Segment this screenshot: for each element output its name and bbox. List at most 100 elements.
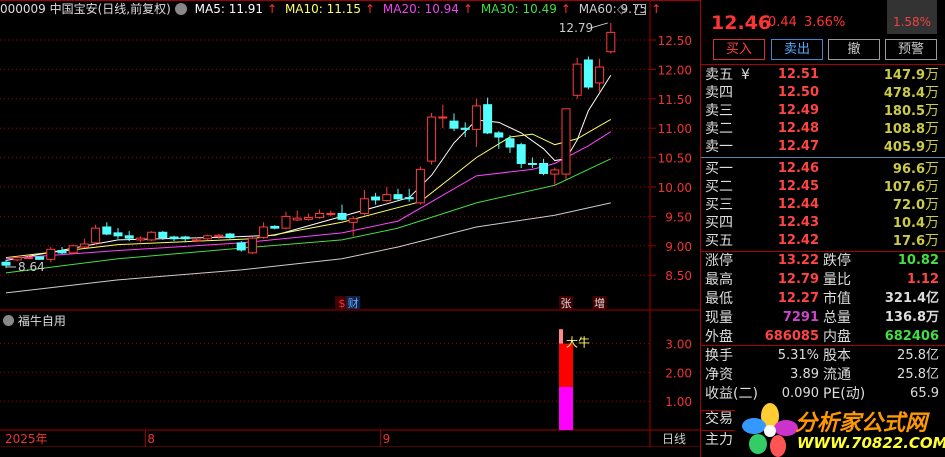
flower-logo-icon bbox=[742, 403, 798, 457]
candle-up bbox=[303, 217, 313, 220]
side-pct-badge: 1.58% bbox=[887, 0, 937, 34]
sell-row[interactable]: 卖四 12.50 478.4万 bbox=[705, 84, 939, 102]
watermark-title: 分析家公式网 bbox=[795, 411, 928, 436]
last-price: 12.46 bbox=[711, 12, 772, 34]
sell-label: 卖一 bbox=[705, 139, 733, 155]
candle-up bbox=[438, 116, 448, 119]
buy-row[interactable]: 买五 12.42 17.6万 bbox=[705, 232, 939, 250]
panel-toggle-icon[interactable] bbox=[635, 4, 646, 15]
indicator-tick-label: 2.00 bbox=[665, 366, 692, 380]
sell-volume: 180.5 bbox=[883, 104, 925, 119]
candle-down bbox=[583, 59, 593, 88]
sell-volume: 405.9 bbox=[883, 140, 925, 155]
indicator-tick-label: 1.00 bbox=[665, 395, 692, 409]
sell-row[interactable]: 卖一 12.47 405.9万 bbox=[705, 138, 939, 156]
diamond-icon[interactable]: ◇ bbox=[617, 2, 626, 16]
period-label: 日线 bbox=[662, 432, 686, 446]
buy-button[interactable]: 买入 bbox=[713, 39, 765, 60]
sell-label: 卖五 bbox=[705, 67, 733, 83]
indicator-label: 大牛 bbox=[566, 335, 590, 350]
stat-row: 换手 5.31% 股本 25.8亿 bbox=[705, 347, 939, 365]
ma30-label: MA30: 10.49 bbox=[480, 2, 557, 16]
buy-row[interactable]: 买二 12.45 107.6万 bbox=[705, 178, 939, 196]
buy-row[interactable]: 买一 12.46 96.6万 bbox=[705, 160, 939, 178]
indicator-tick-label: 3.00 bbox=[665, 338, 692, 352]
ma20-label: MA20: 10.94 bbox=[382, 2, 459, 16]
up-arrow-icon: ↑ bbox=[365, 2, 376, 16]
price-tick-label: 10.50 bbox=[658, 152, 692, 166]
cancel-button[interactable]: 撤 bbox=[828, 39, 880, 60]
candle-up bbox=[203, 235, 213, 240]
buy-price: 12.45 bbox=[777, 179, 819, 194]
buy-price: 12.44 bbox=[777, 197, 819, 212]
stat-value: 5.31% bbox=[777, 348, 819, 363]
stat-value: 3.89 bbox=[790, 367, 819, 382]
buy-volume: 10.4 bbox=[892, 216, 925, 231]
stat-label: 最低 bbox=[705, 291, 733, 307]
alert-button[interactable]: 预警 bbox=[885, 39, 937, 60]
stat-label: 总量 bbox=[823, 310, 851, 326]
candle-up bbox=[382, 194, 392, 202]
stat-value: 7291 bbox=[782, 310, 819, 325]
quote-panel: 12.46 0.44 3.66% 1.58% 买入 卖出 撤 预警 卖五 ¥12.… bbox=[700, 0, 945, 457]
ma5-label: MA5: 11.91 bbox=[194, 2, 264, 16]
sell-row[interactable]: 卖二 12.48 108.8万 bbox=[705, 120, 939, 138]
sell-volume: 147.9 bbox=[883, 68, 925, 83]
buy-row[interactable]: 买四 12.43 10.4万 bbox=[705, 214, 939, 232]
candle-down bbox=[539, 162, 549, 174]
indicator-bar bbox=[559, 386, 573, 430]
candle-up bbox=[91, 227, 101, 244]
buy-volume: 17.6 bbox=[892, 234, 925, 249]
candle-up bbox=[259, 226, 269, 239]
candle-up bbox=[46, 248, 56, 260]
stat-label: 量比 bbox=[823, 272, 851, 288]
stock-title: 000009 中国宝安(日线,前复权) bbox=[0, 2, 171, 16]
candle-down bbox=[460, 127, 470, 130]
sell-row[interactable]: 卖五 ¥12.51 147.9万 bbox=[705, 66, 939, 84]
buy-volume: 107.6 bbox=[883, 180, 925, 195]
stat-value: 1.12 bbox=[906, 272, 939, 287]
sell-row[interactable]: 卖三 12.49 180.5万 bbox=[705, 102, 939, 120]
stat-label: 流通 bbox=[823, 367, 851, 383]
candle-up bbox=[427, 116, 437, 162]
candle-down bbox=[236, 242, 246, 251]
candle-down bbox=[158, 231, 168, 239]
unit: 万 bbox=[925, 139, 939, 155]
sell-button[interactable]: 卖出 bbox=[771, 39, 823, 60]
candle-up bbox=[595, 66, 605, 84]
stat-row: 最低 12.27 市值 321.4亿 bbox=[705, 290, 939, 308]
kline-chart[interactable]: 12.50 12.00 11.50 11.00 10.50 10.00 9.50 9.00 8.… bbox=[0, 0, 700, 448]
unit: 万 bbox=[925, 161, 939, 177]
low-price-label: 8.64 bbox=[18, 260, 45, 274]
chart-header: 000009 中国宝安(日线,前复权) MA5: 11.91 ↑ MA10: 11… bbox=[0, 0, 661, 18]
stat-row: 涨停 13.22 跌停 10.82 bbox=[705, 252, 939, 270]
unit: 万 bbox=[925, 197, 939, 213]
candle-up bbox=[561, 108, 571, 175]
candle-down bbox=[527, 162, 537, 165]
unit: 万 bbox=[925, 85, 939, 101]
candle-up bbox=[68, 245, 78, 254]
up-arrow-icon: ↑ bbox=[651, 2, 662, 16]
stat-value: 25.8亿 bbox=[897, 367, 939, 382]
kline-chart-area[interactable]: 12.50 12.00 11.50 11.00 10.50 10.00 9.50 9.00 8.… bbox=[0, 0, 700, 448]
candle-down bbox=[102, 226, 112, 235]
dropdown-icon[interactable] bbox=[174, 3, 187, 15]
candle-up bbox=[572, 63, 582, 96]
ma10-label: MA10: 11.15 bbox=[284, 2, 361, 16]
stat-label: 最高 bbox=[705, 272, 733, 288]
buy-price: 12.42 bbox=[777, 233, 819, 248]
unit: 万 bbox=[925, 121, 939, 137]
up-arrow-icon: ↑ bbox=[560, 2, 571, 16]
stat-label: 净资 bbox=[705, 367, 733, 383]
indicator-title[interactable]: 福牛自用 bbox=[3, 312, 66, 329]
sell-price: 12.49 bbox=[777, 103, 819, 118]
candle-down bbox=[404, 197, 414, 200]
dropdown-icon[interactable] bbox=[3, 315, 14, 326]
candle-up bbox=[147, 231, 157, 241]
buy-label: 买五 bbox=[705, 233, 733, 249]
stat-label: 内盘 bbox=[823, 329, 851, 345]
sell-label: 卖四 bbox=[705, 85, 733, 101]
stat-value: 25.8亿 bbox=[897, 348, 939, 363]
buy-row[interactable]: 买三 12.44 72.0万 bbox=[705, 196, 939, 214]
price-tick-label: 10.00 bbox=[658, 181, 692, 195]
